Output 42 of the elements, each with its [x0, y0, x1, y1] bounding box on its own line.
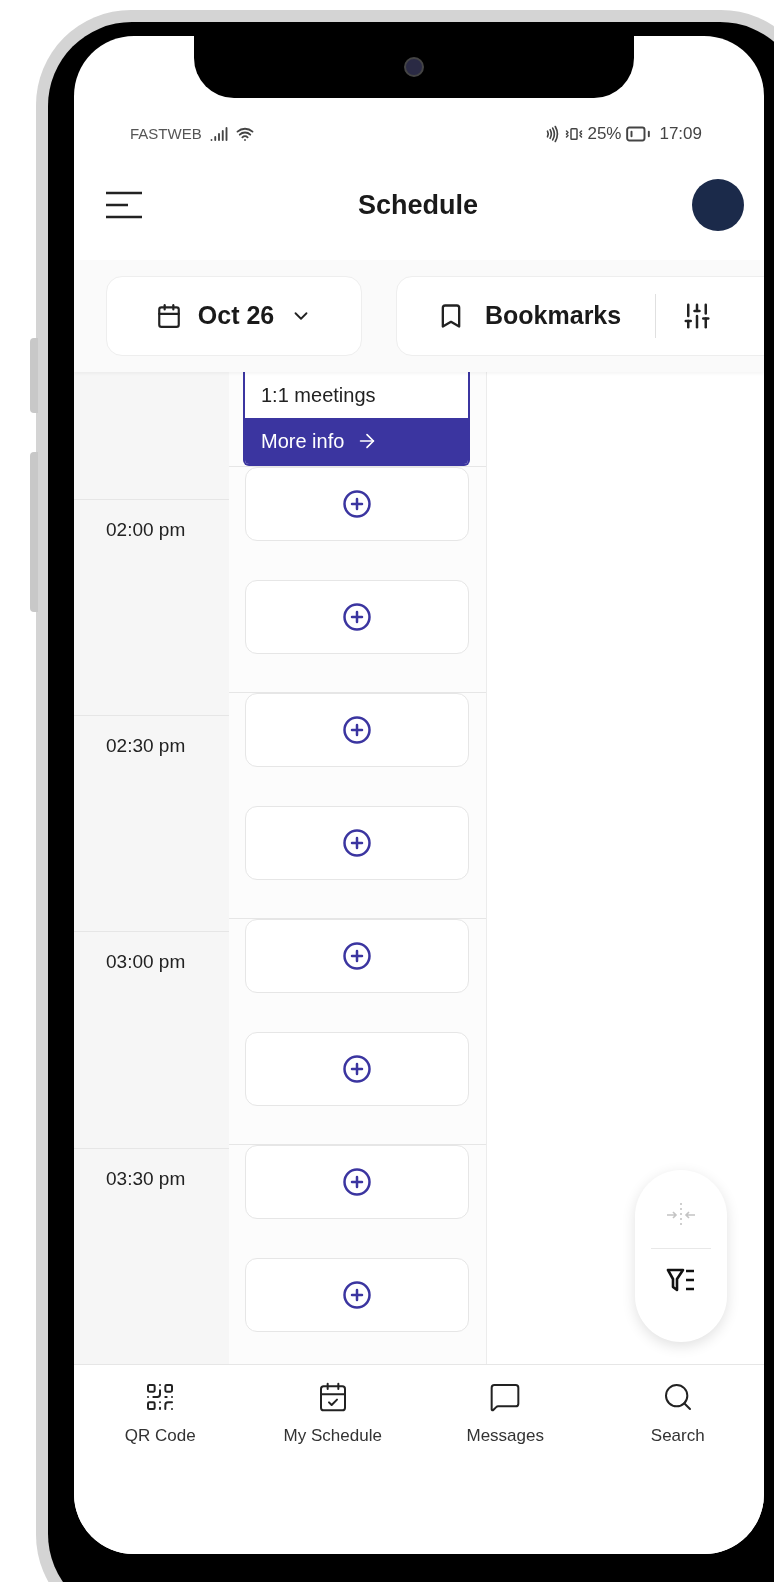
- add-icon: [342, 489, 372, 519]
- nav-tab[interactable]: My Schedule: [246, 1381, 419, 1449]
- add-icon: [342, 602, 372, 632]
- add-icon: [342, 941, 372, 971]
- carrier-name: FASTWEB: [130, 123, 202, 144]
- nav-tab[interactable]: Messages: [419, 1381, 592, 1449]
- vibrate-icon: [565, 125, 584, 143]
- wifi-icon: [235, 125, 254, 143]
- avatar[interactable]: [692, 179, 744, 231]
- add-icon: [342, 1167, 372, 1197]
- nav-tab[interactable]: QR Code: [74, 1381, 247, 1449]
- bookmarks-button[interactable]: Bookmarks: [437, 297, 622, 335]
- add-icon: [342, 1280, 372, 1310]
- calendar-icon: [155, 303, 182, 329]
- signal-icon: [209, 125, 228, 143]
- clock-time: 17:09: [659, 123, 702, 146]
- screen-title: Schedule: [357, 188, 478, 222]
- add-slot-button[interactable]: [245, 1145, 469, 1219]
- add-slot-button[interactable]: [245, 693, 469, 767]
- chat-bubble-icon: [489, 1381, 522, 1413]
- filter-list-icon[interactable]: [666, 1267, 696, 1293]
- time-label: 03:30 pm: [106, 1167, 186, 1189]
- add-slot-button[interactable]: [245, 1258, 469, 1332]
- time-label: 02:00 pm: [106, 518, 186, 540]
- event-title: 1:1 meetings: [261, 384, 376, 406]
- add-slot-button[interactable]: [245, 467, 469, 541]
- more-info-link[interactable]: More info: [245, 418, 468, 464]
- add-icon: [342, 715, 372, 745]
- date-picker-button[interactable]: Oct 26: [106, 276, 362, 356]
- add-icon: [342, 1054, 372, 1084]
- menu-icon[interactable]: [104, 190, 144, 220]
- add-icon: [342, 828, 372, 858]
- add-slot-button[interactable]: [245, 919, 469, 993]
- time-label: 03:00 pm: [106, 951, 186, 973]
- battery-percent: 25%: [587, 123, 622, 146]
- camera-icon: [404, 57, 424, 77]
- event-card[interactable]: 1:1 meetings More info: [243, 372, 470, 466]
- time-label: 02:30 pm: [106, 735, 186, 757]
- nav-tab[interactable]: Search: [591, 1381, 764, 1449]
- add-slot-button[interactable]: [245, 1032, 469, 1106]
- add-slot-button[interactable]: [245, 580, 469, 654]
- add-slot-button[interactable]: [245, 806, 469, 880]
